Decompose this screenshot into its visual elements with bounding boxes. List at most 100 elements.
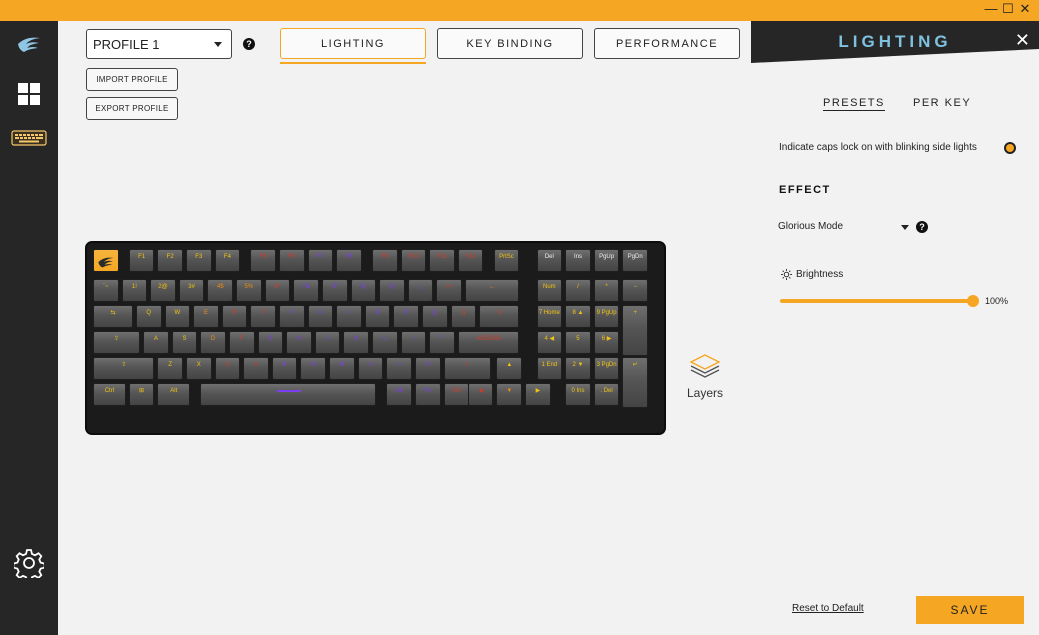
keyboard-key[interactable]: 9( (350, 278, 377, 302)
keyboard-key[interactable]: F9 (372, 249, 398, 272)
keyboard-key[interactable]: 3# (178, 278, 205, 302)
keyboard-key[interactable]: P (393, 304, 420, 328)
keyboard-key[interactable]: 1! (121, 278, 148, 302)
keyboard-key[interactable]: ;: (400, 330, 427, 354)
keyboard-key[interactable]: 3 PgDn (593, 356, 620, 380)
keyboard-key[interactable]: Y (279, 304, 305, 328)
keyboard-key[interactable]: A (143, 330, 169, 354)
keyboard-key[interactable]: .> (386, 356, 412, 380)
effect-mode-dropdown[interactable]: Glorious Mode (778, 221, 909, 232)
keyboard-key[interactable]: / (565, 278, 591, 302)
keyboard-key[interactable]: F6 (279, 249, 305, 272)
keyboard-key[interactable]: ASCEND (457, 330, 520, 354)
keyboard-key[interactable]: ⇧ (443, 356, 491, 380)
profile-dropdown[interactable]: PROFILE 1 (86, 29, 232, 59)
save-button[interactable]: SAVE (916, 596, 1024, 624)
keyboard-key[interactable]: O (364, 304, 391, 328)
keyboard-key[interactable]: ⇆ (93, 304, 133, 328)
keyboard-key[interactable]: 2@ (150, 278, 176, 302)
keyboard-key[interactable]: Ctrl (443, 382, 470, 406)
brightness-slider[interactable] (780, 295, 979, 307)
keyboard-key[interactable]: * (593, 278, 620, 302)
keyboard-key[interactable]: '" (429, 330, 455, 354)
keyboard-key[interactable]: [{ (422, 304, 448, 328)
keyboard-key[interactable]: F11 (429, 249, 455, 272)
keyboard-key[interactable]: F12 (457, 249, 484, 272)
keyboard-key[interactable]: F3 (186, 249, 212, 272)
tab-presets[interactable]: PRESETS (823, 97, 885, 111)
keyboard-key[interactable]: F1 (128, 249, 155, 272)
keyboard-key[interactable]: 8* (321, 278, 348, 302)
reset-to-default-link[interactable]: Reset to Default (792, 603, 864, 614)
tab-performance[interactable]: PERFORMANCE (594, 28, 740, 59)
keyboard-key[interactable]: 5 (565, 330, 591, 354)
keyboard-key[interactable]: Ctrl (93, 382, 126, 406)
keyboard-key[interactable]: B (271, 356, 298, 380)
keyboard-key[interactable]: F4 (214, 249, 241, 272)
keyboard-key[interactable]: F (228, 330, 255, 354)
keyboard-key[interactable]: ⇪ (93, 330, 141, 354)
keyboard-key[interactable]: ]} (450, 304, 477, 328)
keyboard-key[interactable]: ▼ (496, 382, 523, 406)
key-space[interactable] (200, 382, 377, 406)
tab-per-key[interactable]: PER KEY (913, 97, 971, 109)
keyboard-key[interactable]: Del (536, 249, 563, 272)
keyboard-key[interactable]: 6 ▶ (593, 330, 620, 354)
keyboard-icon[interactable] (0, 128, 58, 148)
keyboard-key[interactable]: 7 Home (536, 304, 563, 328)
keyboard-key[interactable]: PrtSc (493, 249, 520, 272)
keyboard-key[interactable]: 4 ◀ (536, 330, 563, 354)
keyboard-key[interactable]: S (171, 330, 198, 354)
tab-lighting[interactable]: LIGHTING (280, 28, 426, 59)
keyboard-key[interactable]: Alt (157, 382, 191, 406)
keyboard-key[interactable]: J (314, 330, 341, 354)
keyboard-key[interactable]: 2 ▼ (565, 356, 591, 380)
keyboard-key[interactable]: E (193, 304, 219, 328)
keyboard-key[interactable]: ↵ (622, 356, 648, 408)
keyboard-key[interactable]: M (329, 356, 355, 380)
keyboard-key[interactable]: L (372, 330, 398, 354)
keyboard-key[interactable]: K (343, 330, 369, 354)
keyboard-key[interactable]: V (243, 356, 269, 380)
keyboard-key[interactable]: 1 End (536, 356, 563, 380)
layers-button[interactable]: Layers (682, 349, 728, 400)
grid-icon[interactable] (0, 81, 58, 107)
keyboard-key[interactable]: -_ (407, 278, 434, 302)
close-icon[interactable]: ✕ (1015, 30, 1030, 51)
keyboard-key[interactable]: I (336, 304, 362, 328)
keyboard-key[interactable]: Alt (386, 382, 412, 406)
effect-help-icon[interactable]: ? (916, 221, 928, 233)
minimize-button[interactable]: — (983, 1, 999, 16)
keyboard-key[interactable]: D (200, 330, 226, 354)
caps-lock-toggle[interactable] (1004, 142, 1016, 154)
keyboard-key[interactable]: ⊞ (128, 382, 155, 406)
keyboard-key[interactable]: U (307, 304, 334, 328)
keyboard-key[interactable]: W (164, 304, 191, 328)
keyboard-key[interactable]: N (300, 356, 327, 380)
keyboard-key[interactable]: + (622, 304, 648, 356)
keyboard-key[interactable]: 8 ▲ (565, 304, 591, 328)
close-window-button[interactable]: ✕ (1017, 1, 1033, 17)
keyboard-key[interactable]: Q (135, 304, 162, 328)
keyboard-key[interactable]: H (286, 330, 312, 354)
keyboard-key[interactable]: Fn (414, 382, 441, 406)
keyboard-key[interactable]: \| (479, 304, 520, 328)
keyboard-key[interactable]: R (221, 304, 248, 328)
key-logo[interactable] (93, 249, 119, 272)
keyboard-key[interactable]: ← (465, 278, 520, 302)
keyboard-key[interactable]: ,< (357, 356, 384, 380)
logo-icon[interactable] (0, 33, 58, 55)
import-profile-button[interactable]: IMPORT PROFILE (86, 68, 178, 91)
keyboard-key[interactable]: C (214, 356, 241, 380)
keyboard-key[interactable]: 6^ (264, 278, 291, 302)
maximize-button[interactable]: ☐ (1000, 1, 1016, 17)
keyboard-key[interactable]: Ins (565, 249, 591, 272)
keyboard-key[interactable]: X (186, 356, 212, 380)
keyboard-key[interactable]: /? (414, 356, 441, 380)
keyboard-key[interactable]: `~ (93, 278, 119, 302)
keyboard-key[interactable]: 0 Ins (565, 382, 591, 406)
keyboard-key[interactable]: PgDn (622, 249, 648, 272)
keyboard-key[interactable]: =+ (436, 278, 462, 302)
brightness-slider-thumb[interactable] (967, 295, 979, 307)
keyboard-key[interactable]: PgUp (593, 249, 620, 272)
